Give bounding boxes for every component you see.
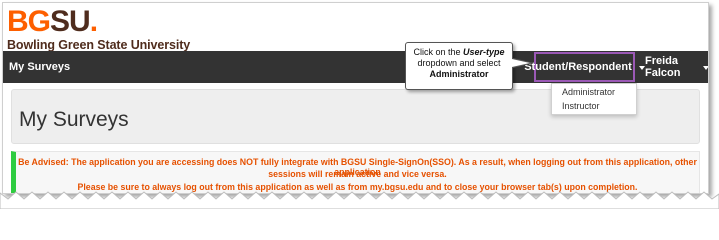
- torn-edge: [0, 191, 719, 209]
- menu-item-administrator[interactable]: Administrator: [562, 87, 615, 97]
- callout-target: Administrator: [429, 69, 489, 79]
- chevron-down-icon: [703, 65, 708, 70]
- screenshot-frame: BGSU. Bowling Green State University My …: [2, 2, 709, 194]
- user-type-dropdown[interactable]: Student/Respondent: [524, 52, 645, 82]
- university-name: Bowling Green State University: [7, 38, 191, 52]
- top-navbar: My Surveys Student/Respondent Freida Fal…: [3, 51, 708, 83]
- logo-mark: BGSU.: [7, 5, 98, 38]
- bgsu-logo[interactable]: BGSU. Bowling Green State University: [7, 5, 191, 53]
- user-name: Freida Falcon: [645, 55, 681, 79]
- page-title: My Surveys: [19, 108, 129, 131]
- user-menu[interactable]: Freida Falcon: [643, 52, 708, 82]
- instruction-callout: Click on the User-type dropdown and sele…: [405, 42, 513, 90]
- callout-pointer-fill: [512, 59, 530, 67]
- navbar-brand[interactable]: My Surveys: [9, 61, 70, 73]
- callout-emphasis: User-type: [463, 47, 505, 57]
- alert-line-2: sessions will remain active and vice ver…: [268, 169, 447, 179]
- user-type-label: Student/Respondent: [524, 61, 632, 73]
- user-type-menu: Administrator Instructor: [551, 83, 637, 115]
- callout-line-2: dropdown and select: [417, 58, 501, 68]
- menu-item-instructor[interactable]: Instructor: [562, 101, 600, 111]
- callout-line-1: Click on the User-type: [413, 47, 505, 57]
